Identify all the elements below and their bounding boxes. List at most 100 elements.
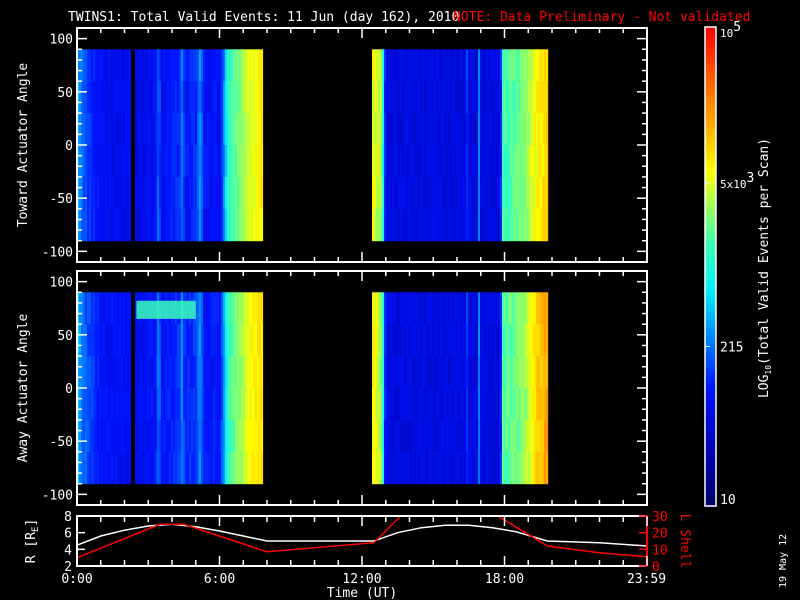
heatmap-cell <box>510 81 513 114</box>
colorbar-cell <box>705 389 716 392</box>
heatmap-cell <box>252 113 256 146</box>
colorbar-cell <box>705 477 716 480</box>
heatmap-cell <box>214 113 218 146</box>
colorbar-cell <box>705 177 716 180</box>
heatmap-cell <box>162 113 166 146</box>
heatmap-cell <box>500 208 503 242</box>
heatmap-cell <box>127 145 130 178</box>
heatmap-cell <box>392 419 395 453</box>
heatmap-cell <box>452 176 455 210</box>
heatmap-cell <box>448 113 451 146</box>
heatmap-cell <box>456 176 459 210</box>
heatmap-cell <box>260 81 264 114</box>
heatmap-cell <box>380 388 383 421</box>
heatmap-cell <box>414 388 417 421</box>
heatmap-cell <box>534 81 537 114</box>
heatmap-cell <box>79 292 82 325</box>
heatmap-cell <box>372 81 375 114</box>
heatmap-cell <box>486 81 489 114</box>
colorbar-cell <box>705 217 716 220</box>
heatmap-cell <box>470 208 473 242</box>
heatmap-cell <box>210 113 214 146</box>
heatmap-cell <box>182 208 186 242</box>
heatmap-cell <box>482 324 485 357</box>
heatmap-cell <box>138 145 142 178</box>
heatmap-cell <box>81 356 84 389</box>
heatmap-cell <box>182 113 186 146</box>
heatmap-cell <box>246 419 250 453</box>
colorbar-cell <box>705 279 716 282</box>
heatmap-cell <box>204 176 208 210</box>
heatmap-cell <box>144 113 148 146</box>
heatmap-cell <box>496 208 499 242</box>
heatmap-cell <box>540 324 543 357</box>
heatmap-cell <box>240 208 244 242</box>
heatmap-cell <box>384 208 387 242</box>
heatmap-cell <box>438 419 441 453</box>
heatmap-cell <box>490 208 493 242</box>
colorbar-cell <box>705 143 716 146</box>
heatmap-cell <box>258 145 262 178</box>
heatmap-cell <box>442 81 445 114</box>
heatmap-cell <box>392 208 395 242</box>
heatmap-cell <box>442 419 445 453</box>
heatmap-cell <box>378 324 381 357</box>
heatmap-cell <box>528 419 531 453</box>
heatmap-cell <box>438 356 441 389</box>
heatmap-cell <box>127 49 130 82</box>
heatmap-cell <box>174 81 178 114</box>
heatmap-cell <box>115 324 118 357</box>
heatmap-cell <box>178 451 182 485</box>
heatmap-cell <box>542 145 545 178</box>
heatmap-cell <box>146 176 150 210</box>
heatmap-cell <box>103 451 106 485</box>
heatmap-cell <box>164 356 168 389</box>
heatmap-cell <box>500 356 503 389</box>
heatmap-cell <box>154 49 158 82</box>
heatmap-cell <box>488 176 491 210</box>
lshell-tick-label: 30 <box>652 510 668 525</box>
heatmap-cell <box>107 145 110 178</box>
heatmap-cell <box>87 356 90 389</box>
heatmap-cell <box>136 81 140 114</box>
heatmap-cell <box>200 451 204 485</box>
heatmap-cell <box>402 208 405 242</box>
colorbar-cell <box>705 117 716 120</box>
heatmap-cell <box>452 419 455 453</box>
heatmap-cell <box>536 81 539 114</box>
heatmap-cell <box>140 208 144 242</box>
heatmap-cell <box>103 145 106 178</box>
heatmap-cell <box>412 49 415 82</box>
heatmap-cell <box>190 388 194 421</box>
heatmap-cell <box>460 81 463 114</box>
heatmap-cell <box>117 451 120 485</box>
heatmap-cell <box>402 292 405 325</box>
heatmap-cell <box>452 388 455 421</box>
heatmap-cell <box>174 49 178 82</box>
heatmap-cell <box>424 324 427 357</box>
heatmap-cell <box>142 81 146 114</box>
heatmap-cell <box>508 176 511 210</box>
heatmap-cell <box>500 292 503 325</box>
heatmap-cell <box>148 208 152 242</box>
heatmap-cell <box>524 113 527 146</box>
heatmap-cell <box>196 324 200 357</box>
r-distance-line <box>77 523 647 547</box>
colorbar-cell <box>705 241 716 244</box>
heatmap-cell <box>210 208 214 242</box>
heatmap-cell <box>198 208 202 242</box>
heatmap-cell <box>136 356 140 389</box>
heatmap-cell <box>410 113 413 146</box>
heatmap-cell <box>430 356 433 389</box>
heatmap-cell <box>109 324 112 357</box>
heatmap-cell <box>240 292 244 325</box>
heatmap-cell <box>160 113 164 146</box>
colorbar-cell <box>705 269 716 272</box>
heatmap-cell <box>546 451 549 485</box>
heatmap-cell <box>184 49 188 82</box>
heatmap-cell <box>432 113 435 146</box>
heatmap-cell <box>134 388 138 421</box>
heatmap-cell <box>460 113 463 146</box>
heatmap-cell <box>484 356 487 389</box>
colorbar-cell <box>705 211 716 214</box>
